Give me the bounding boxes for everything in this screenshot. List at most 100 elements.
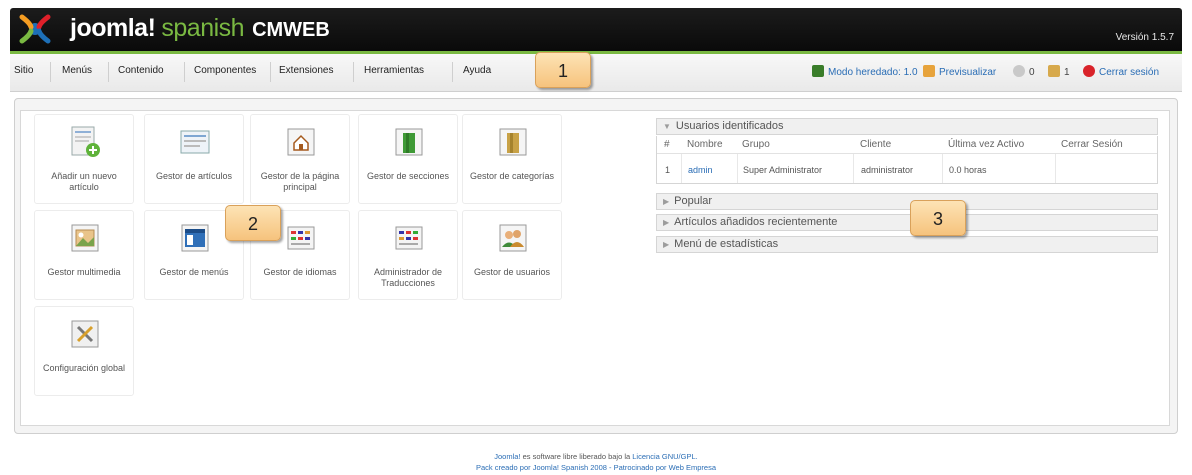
logout-link[interactable]: Cerrar sesión — [1083, 65, 1159, 78]
statistics-menu-header[interactable]: ▶ Menú de estadísticas — [656, 236, 1158, 253]
preview-link[interactable]: Previsualizar — [923, 65, 996, 78]
statistics-menu-title: Menú de estadísticas — [674, 238, 779, 250]
footer-text: es software libre liberado bajo la — [520, 452, 633, 461]
tile-label: Gestor de menús — [159, 267, 229, 277]
messages-count[interactable]: 0 — [1013, 65, 1035, 78]
tile-label: Gestor multimedia — [47, 267, 121, 277]
legacy-mode-label: Modo heredado: 1.0 — [828, 67, 918, 78]
callout-3: 3 — [910, 200, 966, 236]
menu-sitio[interactable]: Sitio — [14, 65, 33, 76]
col-number: # — [664, 139, 670, 150]
tile-label: Gestor de la página principal — [260, 171, 340, 192]
messages-count-value: 0 — [1029, 67, 1035, 78]
popular-panel-header[interactable]: ▶ Popular — [656, 193, 1158, 210]
category-manager-icon — [499, 128, 527, 156]
menu-separator — [184, 62, 185, 82]
table-cell-client: administrator — [861, 165, 914, 175]
main-menubar: Sitio Menús Contenido Componentes Extens… — [10, 54, 1182, 92]
brand-joomla: joomla! — [70, 14, 156, 42]
menu-menus[interactable]: Menús — [62, 65, 92, 76]
expand-right-icon: ▶ — [663, 218, 670, 227]
tile-label: Administrador de Traducciones — [373, 267, 443, 288]
joomla-logo-icon — [19, 14, 51, 44]
col-client: Cliente — [860, 139, 892, 150]
article-manager-icon — [180, 130, 210, 154]
recent-articles-title: Artículos añadidos recientemente — [674, 216, 838, 228]
menu-separator — [108, 62, 109, 82]
add-article-icon — [71, 126, 100, 157]
logged-users-title: Usuarios identificados — [675, 120, 784, 132]
media-manager-icon — [71, 224, 99, 252]
admin-header: joomla! spanish CMWEB Versión 1.5.7 — [10, 8, 1182, 51]
tile-section-manager[interactable]: Gestor de secciones — [358, 114, 458, 204]
col-name: Nombre — [687, 139, 723, 150]
section-manager-icon — [395, 128, 423, 156]
global-config-icon — [71, 320, 99, 348]
table-cell-last-active: 0.0 horas — [949, 165, 987, 175]
messages-icon — [1013, 65, 1025, 77]
logout-icon — [1083, 65, 1095, 77]
table-cell-number: 1 — [665, 165, 671, 175]
users-online-icon — [1048, 65, 1060, 77]
tile-label: Gestor de usuarios — [473, 267, 551, 277]
menu-separator — [270, 62, 271, 82]
tile-media-manager[interactable]: Gestor multimedia — [34, 210, 134, 300]
menu-manager-icon — [181, 224, 209, 252]
legacy-mode-link[interactable]: Modo heredado: 1.0 — [812, 65, 918, 78]
cell-divider — [681, 154, 682, 183]
online-users-count[interactable]: 1 — [1048, 65, 1070, 78]
translation-manager-icon — [395, 226, 423, 250]
table-divider — [657, 153, 1157, 154]
version-label: Versión 1.5.7 — [1115, 32, 1174, 43]
tile-label: Gestor de artículos — [155, 171, 233, 181]
tile-translation-manager[interactable]: Administrador de Traducciones — [358, 210, 458, 300]
popular-title: Popular — [674, 195, 713, 207]
callout-2: 2 — [225, 205, 281, 241]
logged-users-table: # Nombre Grupo Cliente Última vez Activo… — [656, 136, 1158, 184]
menu-separator — [353, 62, 354, 82]
logged-users-header[interactable]: ▼ Usuarios identificados — [656, 118, 1158, 135]
menu-contenido[interactable]: Contenido — [118, 65, 164, 76]
cell-divider — [942, 154, 943, 183]
menu-componentes[interactable]: Componentes — [194, 65, 256, 76]
joomla-link[interactable]: Joomla! — [494, 452, 520, 461]
cell-divider — [853, 154, 854, 183]
tile-label: Gestor de secciones — [366, 171, 450, 181]
menu-ayuda[interactable]: Ayuda — [463, 65, 491, 76]
tile-user-manager[interactable]: Gestor de usuarios — [462, 210, 562, 300]
tile-global-configuration[interactable]: Configuración global — [34, 306, 134, 396]
footer-line-1: Joomla! es software libre liberado bajo … — [0, 452, 1192, 461]
recent-articles-header[interactable]: ▶ Artículos añadidos recientemente — [656, 214, 1158, 231]
callout-1: 1 — [535, 52, 591, 88]
brand-cmweb: CMWEB — [252, 19, 330, 41]
menu-separator — [50, 62, 51, 82]
brand-title: joomla! spanish CMWEB — [70, 14, 330, 48]
cell-divider — [1055, 154, 1056, 183]
tile-label: Configuración global — [42, 363, 126, 373]
expand-down-icon: ▼ — [663, 122, 671, 131]
legacy-mode-icon — [812, 65, 824, 77]
table-cell-group: Super Administrator — [743, 165, 823, 175]
tile-article-manager[interactable]: Gestor de artículos — [144, 114, 244, 204]
col-logout: Cerrar Sesión — [1061, 139, 1123, 150]
brand-spanish: spanish — [161, 14, 245, 42]
col-group: Grupo — [742, 139, 770, 150]
frontpage-manager-icon — [287, 128, 315, 156]
menu-extensiones[interactable]: Extensiones — [279, 65, 333, 76]
menu-herramientas[interactable]: Herramientas — [364, 65, 424, 76]
cell-divider — [737, 154, 738, 183]
expand-right-icon: ▶ — [663, 197, 670, 206]
license-link[interactable]: Licencia GNU/GPL. — [632, 452, 697, 461]
col-last-active: Última vez Activo — [948, 139, 1025, 150]
tile-category-manager[interactable]: Gestor de categorías — [462, 114, 562, 204]
tile-label: Gestor de idiomas — [263, 267, 337, 277]
expand-right-icon: ▶ — [663, 240, 670, 249]
logout-label: Cerrar sesión — [1099, 67, 1160, 78]
tile-frontpage-manager[interactable]: Gestor de la página principal — [250, 114, 350, 204]
tile-label: Gestor de categorías — [469, 171, 555, 181]
user-name-link[interactable]: admin — [688, 165, 713, 175]
preview-label: Previsualizar — [939, 67, 997, 78]
preview-icon — [923, 65, 935, 77]
tile-add-article[interactable]: Añadir un nuevo artículo — [34, 114, 134, 204]
online-users-value: 1 — [1064, 67, 1070, 78]
